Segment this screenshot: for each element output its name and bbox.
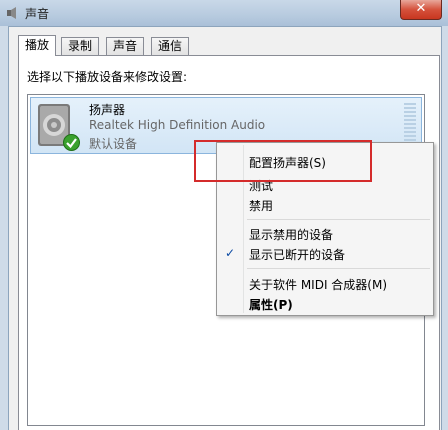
device-name: 扬声器 <box>89 103 126 117</box>
sound-icon <box>5 5 20 20</box>
menu-item-test[interactable]: 测试 <box>249 177 273 194</box>
title-bar: 声音 ✕ <box>0 0 448 26</box>
menu-item-disable[interactable]: 禁用 <box>249 197 273 214</box>
checkmark-icon: ✓ <box>225 246 236 260</box>
context-menu: 配置扬声器(S) 测试 禁用 显示禁用的设备 ✓ 显示已断开的设备 关于软件 M… <box>216 142 434 316</box>
default-check-icon <box>63 134 80 151</box>
menu-separator <box>247 268 430 269</box>
tab-recording[interactable]: 录制 <box>61 37 100 55</box>
menu-item-show-disconnected[interactable]: 显示已断开的设备 <box>249 246 345 263</box>
device-description: Realtek High Definition Audio <box>89 118 266 132</box>
menu-item-properties[interactable]: 属性(P) <box>249 296 293 313</box>
instruction-text: 选择以下播放设备来修改设置: <box>27 70 188 84</box>
menu-separator <box>247 219 430 220</box>
window-title: 声音 <box>25 7 50 21</box>
menu-item-about-midi[interactable]: 关于软件 MIDI 合成器(M) <box>249 276 387 293</box>
close-button[interactable]: ✕ <box>400 0 442 20</box>
menu-item-show-disabled[interactable]: 显示禁用的设备 <box>249 226 333 243</box>
tab-playback[interactable]: 播放 <box>18 35 57 56</box>
tab-communications[interactable]: 通信 <box>151 37 190 55</box>
tab-sounds[interactable]: 声音 <box>106 37 145 55</box>
menu-item-configure-speakers[interactable]: 配置扬声器(S) <box>249 154 326 171</box>
device-status: 默认设备 <box>89 137 138 151</box>
